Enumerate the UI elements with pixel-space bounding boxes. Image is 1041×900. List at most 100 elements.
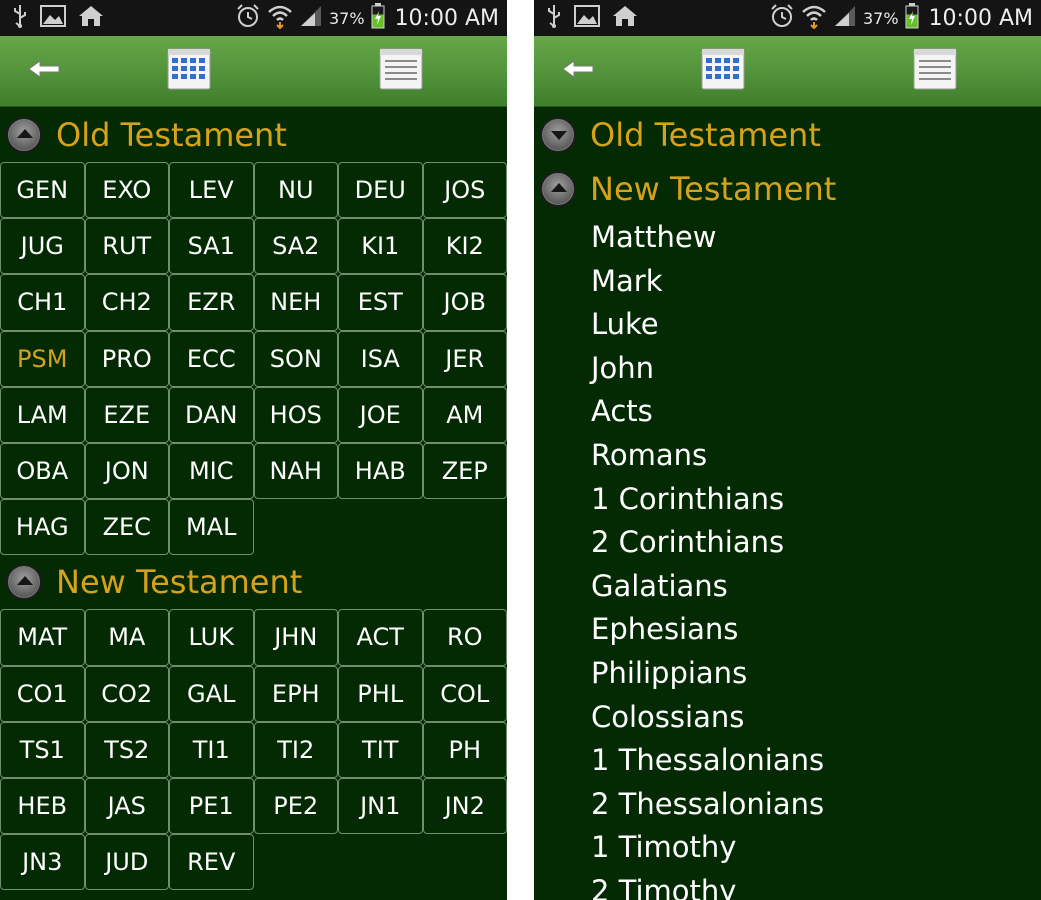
book-button[interactable]: EPH	[253, 665, 338, 722]
book-button[interactable]: REV	[169, 834, 254, 891]
book-list-item[interactable]: Mark	[591, 260, 1041, 304]
book-button[interactable]: TIT	[338, 721, 423, 778]
book-button[interactable]: MAL	[169, 499, 254, 556]
new-testament-header[interactable]: New Testament	[534, 162, 1041, 216]
book-button[interactable]: CH1	[0, 274, 85, 331]
book-list-item[interactable]: 1 Timothy	[591, 826, 1041, 870]
old-testament-header[interactable]: Old Testament	[534, 108, 1041, 162]
book-button[interactable]: ZEP	[422, 442, 507, 500]
book-button[interactable]: JUG	[0, 218, 85, 275]
book-button[interactable]: JHN	[253, 609, 338, 666]
book-button[interactable]: NU	[253, 162, 338, 219]
book-button[interactable]: EZR	[169, 274, 254, 331]
book-button[interactable]: PH	[422, 721, 507, 778]
grid-view-button[interactable]	[700, 36, 746, 106]
book-list-item[interactable]: Luke	[591, 303, 1041, 347]
book-button[interactable]: TI1	[169, 721, 254, 778]
back-button[interactable]	[556, 36, 600, 106]
book-button[interactable]: LUK	[169, 609, 254, 666]
book-list-item[interactable]: 1 Corinthians	[591, 478, 1041, 522]
book-list-item[interactable]: Ephesians	[591, 608, 1041, 652]
book-button[interactable]: NEH	[253, 274, 338, 331]
book-button[interactable]: EZE	[84, 386, 169, 443]
book-button[interactable]: LEV	[169, 162, 254, 219]
book-button[interactable]: PSM	[0, 330, 85, 387]
book-button[interactable]: MAT	[0, 609, 85, 666]
book-button[interactable]: RUT	[84, 218, 169, 275]
new-testament-header[interactable]: New Testament	[0, 555, 507, 609]
book-button[interactable]: RO	[422, 609, 507, 666]
battery-charging-icon	[371, 3, 385, 33]
book-button[interactable]: PRO	[84, 330, 169, 387]
book-list-item[interactable]: 1 Thessalonians	[591, 739, 1041, 783]
book-button[interactable]: TS2	[84, 721, 169, 778]
book-button[interactable]: LAM	[0, 386, 85, 443]
book-button[interactable]: SA2	[253, 218, 338, 275]
book-list-item[interactable]: Acts	[591, 390, 1041, 434]
old-testament-header[interactable]: Old Testament	[0, 108, 507, 162]
book-button[interactable]: TI2	[253, 721, 338, 778]
book-button[interactable]: HOS	[253, 386, 338, 443]
book-button[interactable]: JOB	[422, 274, 507, 331]
book-list-item[interactable]: Galatians	[591, 565, 1041, 609]
book-button[interactable]: JOE	[338, 386, 423, 443]
book-button[interactable]: ZEC	[84, 499, 169, 556]
book-button[interactable]: JON	[84, 442, 169, 500]
wifi-icon	[801, 3, 827, 33]
book-button[interactable]: MIC	[169, 442, 254, 500]
collapse-toggle-icon[interactable]	[540, 171, 576, 207]
collapse-toggle-icon[interactable]	[6, 117, 42, 153]
book-button[interactable]: ACT	[338, 609, 423, 666]
book-list-item[interactable]: 2 Timothy	[591, 870, 1041, 900]
book-button[interactable]: GEN	[0, 162, 85, 219]
collapse-toggle-icon[interactable]	[6, 564, 42, 601]
book-button[interactable]: SA1	[169, 218, 254, 275]
book-button[interactable]: JN2	[422, 777, 507, 835]
book-list-item[interactable]: 2 Corinthians	[591, 521, 1041, 565]
book-list-item[interactable]: Colossians	[591, 696, 1041, 740]
book-button[interactable]: EST	[338, 274, 423, 331]
book-button[interactable]: CO2	[84, 665, 169, 722]
book-button[interactable]: CO1	[0, 665, 85, 722]
book-button[interactable]: SON	[253, 330, 338, 387]
book-button[interactable]: JN1	[338, 777, 423, 835]
book-list-item[interactable]: 2 Thessalonians	[591, 783, 1041, 827]
book-button[interactable]: DAN	[169, 386, 254, 443]
book-list-item[interactable]: John	[591, 347, 1041, 391]
book-button[interactable]: HAG	[0, 499, 85, 556]
book-button[interactable]: EXO	[84, 162, 169, 219]
book-button[interactable]: HEB	[0, 777, 85, 835]
book-button[interactable]: DEU	[338, 162, 423, 219]
book-button[interactable]: KI1	[338, 218, 423, 275]
book-button[interactable]: PE2	[253, 777, 338, 835]
book-button[interactable]: ECC	[169, 330, 254, 387]
book-button[interactable]: JN3	[0, 834, 85, 891]
book-button[interactable]: KI2	[422, 218, 507, 275]
book-button[interactable]: MA	[84, 609, 169, 666]
list-view-button[interactable]	[912, 36, 958, 106]
book-list-item[interactable]: Romans	[591, 434, 1041, 478]
book-button[interactable]: AM	[422, 386, 507, 443]
grid-view-button[interactable]	[166, 36, 212, 106]
book-button[interactable]: NAH	[253, 442, 338, 500]
book-list-item[interactable]: Philippians	[591, 652, 1041, 696]
book-button[interactable]: GAL	[169, 665, 254, 722]
book-button[interactable]: JOS	[422, 162, 507, 219]
book-list-item[interactable]: Matthew	[591, 216, 1041, 260]
book-button[interactable]: JAS	[84, 777, 169, 835]
book-button[interactable]: JUD	[84, 834, 169, 891]
battery-percent: 37%	[329, 8, 365, 28]
book-button[interactable]: CH2	[84, 274, 169, 331]
book-button[interactable]: PHL	[338, 665, 423, 722]
book-button[interactable]: PE1	[169, 777, 254, 835]
image-icon	[40, 5, 66, 31]
back-button[interactable]	[22, 36, 66, 106]
list-view-button[interactable]	[378, 36, 424, 106]
book-button[interactable]: TS1	[0, 721, 85, 778]
book-button[interactable]: ISA	[338, 330, 423, 387]
book-button[interactable]: HAB	[338, 442, 423, 500]
book-button[interactable]: COL	[422, 665, 507, 722]
book-button[interactable]: OBA	[0, 442, 85, 500]
expand-toggle-icon[interactable]	[540, 117, 576, 153]
book-button[interactable]: JER	[422, 330, 507, 387]
